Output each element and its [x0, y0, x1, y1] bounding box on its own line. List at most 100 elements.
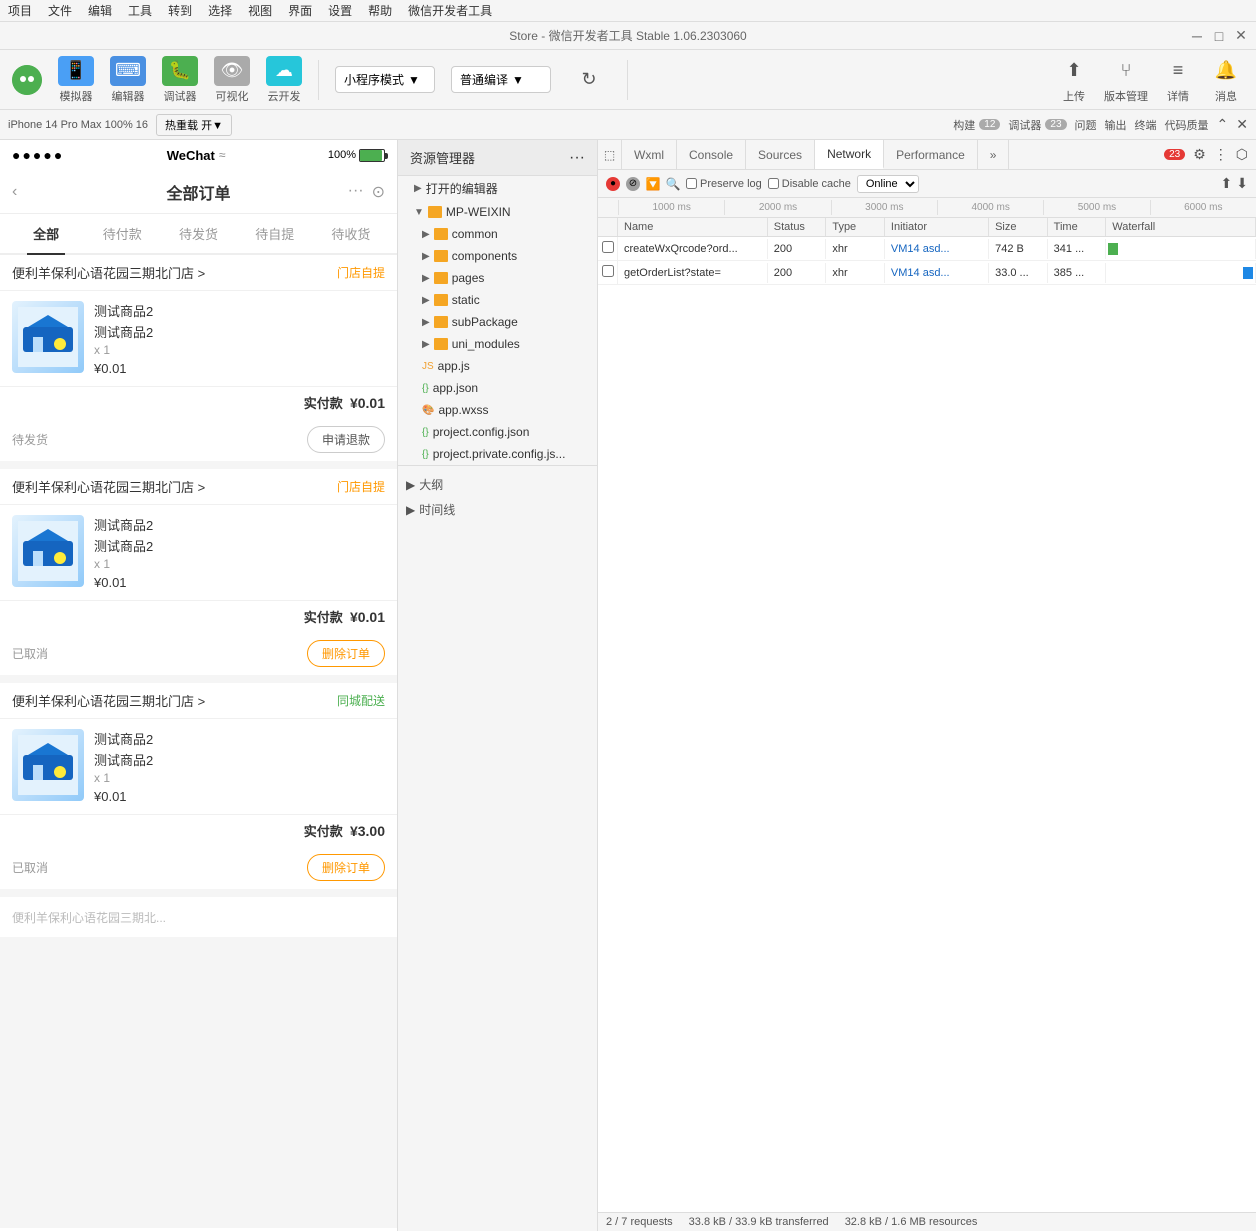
refresh-button[interactable]: ↻ — [571, 65, 607, 95]
file-pages[interactable]: ▶ pages — [398, 267, 597, 289]
col-type[interactable]: Type — [826, 218, 885, 236]
menu-interface[interactable]: 界面 — [288, 2, 312, 19]
tab-pending-receive[interactable]: 待收货 — [313, 214, 389, 253]
tab-performance[interactable]: Performance — [884, 140, 978, 169]
menu-help[interactable]: 帮助 — [368, 2, 392, 19]
back-button[interactable]: ‹ — [12, 183, 17, 201]
file-app-wxss[interactable]: 🎨 app.wxss — [398, 399, 597, 421]
col-initiator[interactable]: Initiator — [885, 218, 989, 236]
tab-pending-ship[interactable]: 待发货 — [160, 214, 236, 253]
clear-button[interactable]: ⊘ — [626, 177, 640, 191]
tab-pending-pickup[interactable]: 待自提 — [237, 214, 313, 253]
file-root[interactable]: ▼ MP-WEIXIN — [398, 201, 597, 223]
menu-select[interactable]: 选择 — [208, 2, 232, 19]
file-project-private[interactable]: {} project.private.config.js... — [398, 443, 597, 465]
col-time[interactable]: Time — [1048, 218, 1107, 236]
tab-pending-pay[interactable]: 待付款 — [84, 214, 160, 253]
action-btn-1[interactable]: 申请退款 — [307, 426, 385, 453]
store-name-2[interactable]: 便利羊保利心语花园三期北门店 > — [12, 477, 205, 496]
menu-goto[interactable]: 转到 — [168, 2, 192, 19]
file-uni-modules[interactable]: ▶ uni_modules — [398, 333, 597, 355]
more-icon-dt[interactable]: ⋮ — [1214, 146, 1228, 163]
pages-label: pages — [452, 271, 485, 285]
explorer-more-icon[interactable]: ··· — [569, 149, 585, 167]
col-name[interactable]: Name — [618, 218, 768, 236]
cloud-button[interactable]: ☁ 云开发 — [266, 56, 302, 104]
tab-sources[interactable]: Sources — [746, 140, 815, 169]
tab-network[interactable]: Network — [815, 140, 884, 169]
preserve-log-label[interactable]: Preserve log — [686, 178, 762, 190]
net-row-2[interactable]: getOrderList?state= 200 xhr VM14 asd... … — [598, 261, 1256, 285]
settings-icon[interactable]: ⚙ — [1193, 146, 1206, 163]
menu-file[interactable]: 文件 — [48, 2, 72, 19]
visible-button[interactable]: 👁 可视化 — [214, 56, 250, 104]
minimize-button[interactable]: ─ — [1190, 29, 1204, 43]
detail-button[interactable]: ≡ 详情 — [1160, 56, 1196, 104]
file-components[interactable]: ▶ components — [398, 245, 597, 267]
record-button[interactable]: ● — [606, 177, 620, 191]
debugger-label: 调试器 — [164, 88, 197, 104]
store-name-1[interactable]: 便利羊保利心语花园三期北门店 > — [12, 263, 205, 282]
debugger-section: 调试器 23 — [1008, 117, 1066, 133]
order-card-3: 便利羊保利心语花园三期北门店 > 同城配送 测试商品 — [0, 683, 397, 889]
simulator-button[interactable]: 📱 模拟器 — [58, 56, 94, 104]
row-checkbox-1[interactable] — [598, 237, 618, 260]
version-button[interactable]: ⑂ 版本管理 — [1104, 56, 1148, 104]
menu-view[interactable]: 视图 — [248, 2, 272, 19]
tab-wxml[interactable]: Wxml — [622, 140, 677, 169]
cloud-icon: ☁ — [266, 56, 302, 86]
timeline-bar: 1000 ms 2000 ms 3000 ms 4000 ms 5000 ms … — [598, 198, 1256, 218]
action-btn-3[interactable]: 删除订单 — [307, 854, 385, 881]
file-common[interactable]: ▶ common — [398, 223, 597, 245]
json-icon-2: {} — [422, 427, 429, 438]
order-card-1: 便利羊保利心语花园三期北门店 > 门店自提 测试商品 — [0, 255, 397, 461]
col-waterfall[interactable]: Waterfall — [1106, 218, 1256, 236]
tab-all[interactable]: 全部 — [8, 214, 84, 253]
close-button[interactable]: ✕ — [1234, 29, 1248, 43]
debugger-button[interactable]: 🐛 调试器 — [162, 56, 198, 104]
throttle-select[interactable]: Online — [857, 175, 919, 193]
maximize-button[interactable]: □ — [1212, 29, 1226, 43]
more-icon[interactable]: ··· — [348, 182, 364, 202]
menu-project[interactable]: 项目 — [8, 2, 32, 19]
outline-item[interactable]: ▶ 大纲 — [406, 472, 589, 497]
close-panel-button[interactable]: ✕ — [1236, 116, 1248, 133]
file-static[interactable]: ▶ static — [398, 289, 597, 311]
timeline-item[interactable]: ▶ 时间线 — [406, 497, 589, 522]
editor-mode-dropdown[interactable]: 普通编译 ▼ — [451, 66, 551, 93]
tab-console[interactable]: Console — [677, 140, 746, 169]
expand-button[interactable]: ⌃ — [1217, 116, 1229, 133]
menu-tools[interactable]: 工具 — [128, 2, 152, 19]
menu-settings[interactable]: 设置 — [328, 2, 352, 19]
search-icon-phone[interactable]: ⊙ — [372, 182, 385, 202]
page-title: 全部订单 — [166, 180, 230, 204]
action-btn-2[interactable]: 删除订单 — [307, 640, 385, 667]
filter-icon[interactable]: 🔽 — [646, 177, 660, 191]
expand-devtools-icon[interactable]: ⬡ — [1236, 146, 1248, 163]
tick-6000: 6000 ms — [1150, 200, 1256, 215]
menu-edit[interactable]: 编辑 — [88, 2, 112, 19]
disable-cache-label[interactable]: Disable cache — [768, 178, 851, 190]
file-project-config[interactable]: {} project.config.json — [398, 421, 597, 443]
net-row-1[interactable]: createWxQrcode?ord... 200 xhr VM14 asd..… — [598, 237, 1256, 261]
hot-reload-button[interactable]: 热重载 开▼ — [156, 114, 232, 136]
file-app-js[interactable]: JS app.js — [398, 355, 597, 377]
devtools-left-icon[interactable]: ⬚ — [598, 140, 622, 169]
devtools-status-bar: 2 / 7 requests 33.8 kB / 33.9 kB transfe… — [598, 1212, 1256, 1231]
mode-dropdown[interactable]: 小程序模式 ▼ — [335, 66, 435, 93]
msg-button[interactable]: 🔔 消息 — [1208, 56, 1244, 104]
row-checkbox-2[interactable] — [598, 261, 618, 284]
file-open-editor[interactable]: ▶ 打开的编辑器 — [398, 176, 597, 201]
store-name-3[interactable]: 便利羊保利心语花园三期北门店 > — [12, 691, 205, 710]
file-subpackage[interactable]: ▶ subPackage — [398, 311, 597, 333]
col-size[interactable]: Size — [989, 218, 1048, 236]
col-status[interactable]: Status — [768, 218, 827, 236]
preserve-log-checkbox[interactable] — [686, 178, 697, 189]
tab-more[interactable]: » — [978, 140, 1010, 169]
disable-cache-checkbox[interactable] — [768, 178, 779, 189]
upload-button[interactable]: ⬆ 上传 — [1056, 56, 1092, 104]
file-app-json[interactable]: {} app.json — [398, 377, 597, 399]
search-icon-net[interactable]: 🔍 — [666, 177, 680, 191]
editor-button[interactable]: ⌨ 编辑器 — [110, 56, 146, 104]
menu-devtools[interactable]: 微信开发者工具 — [408, 2, 492, 19]
